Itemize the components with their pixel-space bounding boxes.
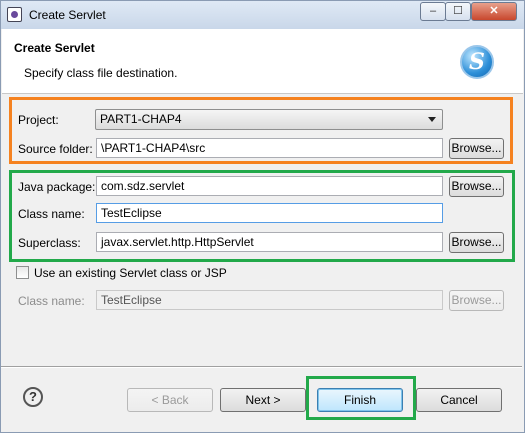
cancel-button[interactable]: Cancel <box>416 388 502 412</box>
servlet-logo-icon: S <box>460 45 494 79</box>
existing-class-name-input: TestEclipse <box>96 290 443 310</box>
close-button[interactable]: ✕ <box>471 2 517 21</box>
finish-highlight-frame <box>306 376 416 420</box>
minimize-button[interactable]: – <box>420 2 446 21</box>
eclipse-app-icon <box>7 7 22 22</box>
wizard-header: Create Servlet Specify class file destin… <box>2 29 523 94</box>
footer-separator <box>1 366 522 368</box>
existing-class-browse-button: Browse... <box>449 290 504 311</box>
title-bar[interactable]: Create Servlet – ☐ ✕ <box>1 1 524 29</box>
next-button[interactable]: Next > <box>220 388 306 412</box>
back-button: < Back <box>127 388 213 412</box>
class-highlight-frame <box>9 170 515 262</box>
use-existing-label[interactable]: Use an existing Servlet class or JSP <box>34 266 227 280</box>
wizard-subtitle: Specify class file destination. <box>24 66 178 80</box>
use-existing-checkbox[interactable] <box>16 266 29 279</box>
wizard-title: Create Servlet <box>14 41 95 55</box>
maximize-button[interactable]: ☐ <box>445 2 471 21</box>
help-icon[interactable]: ? <box>23 387 43 407</box>
window-title: Create Servlet <box>29 8 106 22</box>
project-highlight-frame <box>9 97 513 164</box>
existing-class-name-label: Class name: <box>18 294 85 308</box>
